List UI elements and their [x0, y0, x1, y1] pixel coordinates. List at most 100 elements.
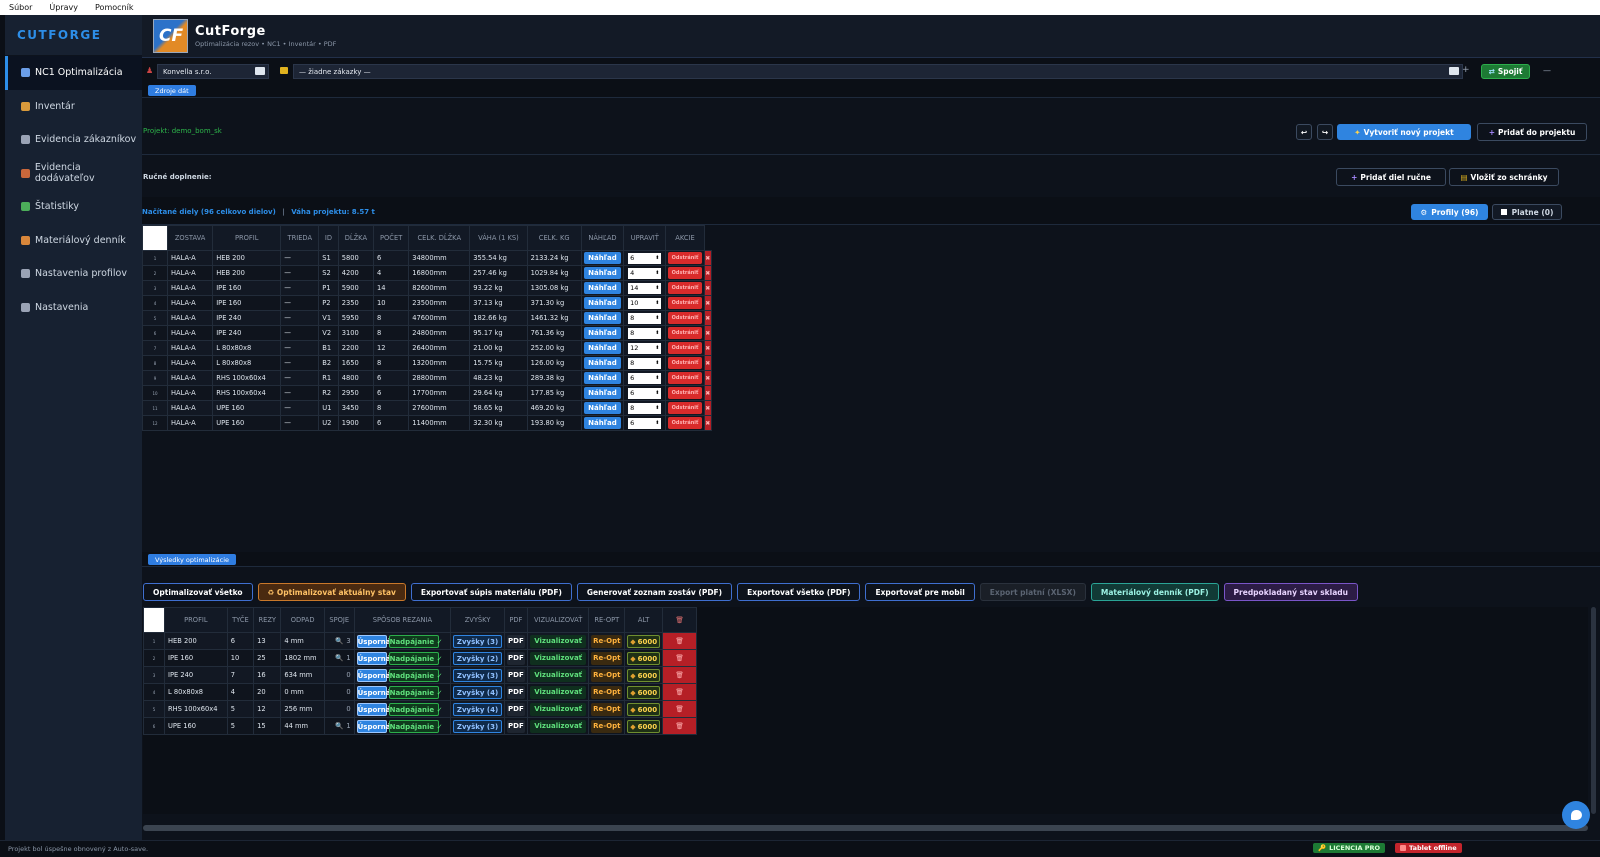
results-col-header[interactable]: SPÔSOB REZANIA	[353, 607, 452, 633]
parts-col-header[interactable]: VÁHA (1 KS)	[469, 225, 528, 251]
order-dropdown-icon[interactable]	[1449, 67, 1459, 75]
quantity-stepper[interactable]: 10 ⬍	[628, 297, 662, 309]
pdf-button[interactable]: PDF	[506, 685, 525, 699]
table-row[interactable]: 2 IPE 160 10 25 1802 mm 🔍 1 ÚspornáNadpájanie ✓…	[143, 649, 697, 667]
parts-col-header[interactable]: POČET	[373, 225, 410, 251]
table-row[interactable]: 7 HALA-A L 80x80x8— B1 2200 12 26400mm 21.00 kg…	[142, 340, 713, 356]
delete-row-icon[interactable]: ✖	[705, 341, 711, 355]
menu-help[interactable]: Pomocník	[86, 3, 141, 12]
vertical-scrollbar[interactable]	[1591, 607, 1596, 814]
table-row[interactable]: 6 UPE 160 5 15 44 mm 🔍 1 ÚspornáNadpájanie ✓ Zvy…	[143, 717, 697, 735]
table-row[interactable]: 4 HALA-A IPE 160— P2 2350 10 23500mm 37.13 kg 37…	[142, 295, 713, 311]
select-all-header[interactable]	[142, 225, 168, 251]
quantity-stepper[interactable]: 8 ⬍	[628, 327, 662, 339]
stepper-arrows-icon[interactable]: ⬍	[655, 255, 659, 261]
redo-button[interactable]: ↪	[1317, 124, 1333, 140]
delete-row-icon[interactable]: ✖	[705, 266, 711, 280]
menu-edit[interactable]: Úpravy	[40, 3, 86, 12]
remnants-button[interactable]: Zvyšky (3)	[453, 668, 502, 682]
reopt-button[interactable]: Re-Opt	[591, 702, 623, 716]
quantity-stepper[interactable]: 8 ⬍	[628, 312, 662, 324]
alt-stock-button[interactable]: ◆ 6000	[627, 719, 660, 733]
paste-clipboard-button[interactable]: ▤ Vložiť zo schránky	[1449, 168, 1559, 186]
preview-button[interactable]: Náhľad	[583, 312, 622, 324]
parts-col-header[interactable]: CELK. DĹŽKA	[408, 225, 471, 251]
alt-stock-button[interactable]: ◆ 6000	[627, 651, 660, 665]
preview-button[interactable]: Náhľad	[583, 252, 622, 264]
customer-select[interactable]: Konvella s.r.o.	[157, 64, 269, 79]
saving-method-button[interactable]: Úsporná	[356, 719, 390, 733]
sidebar-item-7[interactable]: Nastavenia	[5, 291, 142, 325]
delete-row-icon[interactable]: ✖	[705, 416, 711, 430]
parts-col-header[interactable]: CELK. KG	[526, 225, 582, 251]
trash-icon[interactable]: 🗑	[675, 722, 684, 730]
reopt-button[interactable]: Re-Opt	[591, 634, 623, 648]
table-row[interactable]: 11 HALA-A UPE 160— U1 3450 8 27600mm 58.65 kg 46…	[142, 400, 713, 416]
result-action-button-1[interactable]: ♻ Optimalizovať aktuálny stav	[257, 583, 406, 601]
delete-row-icon[interactable]: ✖	[705, 326, 711, 340]
preview-button[interactable]: Náhľad	[583, 342, 622, 354]
remnants-button[interactable]: Zvyšky (3)	[453, 634, 502, 648]
delete-row-icon[interactable]: ✖	[705, 371, 711, 385]
table-row[interactable]: 8 HALA-A L 80x80x8— B2 1650 8 13200mm 15.75 kg 1…	[142, 355, 713, 371]
reopt-button[interactable]: Re-Opt	[591, 685, 623, 699]
preview-button[interactable]: Náhľad	[583, 357, 622, 369]
table-row[interactable]: 3 IPE 240 7 16 634 mm 0 ÚspornáNadpájanie ✓ Zvy…	[143, 666, 697, 684]
remove-button[interactable]: Odstrániť	[668, 342, 702, 354]
preview-button[interactable]: Náhľad	[583, 267, 622, 279]
results-col-header[interactable]: ZVYŠKY	[450, 607, 505, 633]
splicing-button[interactable]: Nadpájanie ✓	[388, 719, 442, 733]
parts-col-header[interactable]: TRIEDA	[280, 225, 320, 251]
table-row[interactable]: 1 HALA-A HEB 200— S1 5800 6 34800mm 355.54 kg 21…	[142, 250, 713, 266]
remove-button[interactable]: Odstrániť	[668, 327, 702, 339]
menu-file[interactable]: Súbor	[0, 3, 40, 12]
pdf-button[interactable]: PDF	[506, 651, 525, 665]
pdf-button[interactable]: PDF	[506, 634, 525, 648]
quantity-stepper[interactable]: 6 ⬍	[628, 387, 662, 399]
delete-row-icon[interactable]: ✖	[705, 386, 711, 400]
saving-method-button[interactable]: Úsporná	[356, 702, 390, 716]
quantity-stepper[interactable]: 6 ⬍	[628, 417, 662, 429]
preview-button[interactable]: Náhľad	[583, 282, 622, 294]
quantity-stepper[interactable]: 12 ⬍	[628, 342, 662, 354]
remove-button[interactable]: Odstrániť	[668, 417, 702, 429]
reopt-button[interactable]: Re-Opt	[591, 719, 623, 733]
results-col-header[interactable]: REZY	[253, 607, 282, 633]
parts-col-header[interactable]: ZOSTAVA	[166, 225, 214, 251]
stepper-arrows-icon[interactable]: ⬍	[655, 270, 659, 276]
result-action-button-7[interactable]: Materiálový denník (PDF)	[1090, 583, 1219, 601]
stepper-arrows-icon[interactable]: ⬍	[655, 285, 659, 291]
visualize-button[interactable]: Vizualizovať	[529, 719, 587, 733]
remnants-button[interactable]: Zvyšky (3)	[453, 719, 502, 733]
customer-dropdown-icon[interactable]	[255, 67, 265, 75]
visualize-button[interactable]: Vizualizovať	[529, 668, 587, 682]
table-row[interactable]: 9 HALA-A RHS 100x60x4— R1 4800 6 28800mm 48.23 …	[142, 370, 713, 386]
search-icon[interactable]: 🔍	[335, 637, 343, 645]
remnants-button[interactable]: Zvyšky (2)	[453, 651, 502, 665]
result-action-button-8[interactable]: Predpokladaný stav skladu	[1223, 583, 1358, 601]
remove-button[interactable]: Odstrániť	[668, 297, 702, 309]
splicing-button[interactable]: Nadpájanie ✓	[388, 651, 442, 665]
splicing-button[interactable]: Nadpájanie ✓	[388, 634, 442, 648]
pdf-button[interactable]: PDF	[506, 719, 525, 733]
results-col-header[interactable]: RE-OPT	[588, 607, 626, 633]
result-action-button-5[interactable]: Exportovať pre mobil	[865, 583, 975, 601]
select-all-results-header[interactable]	[143, 607, 165, 633]
sidebar-item-6[interactable]: Nastavenia profilov	[5, 257, 142, 291]
sources-tab[interactable]: Zdroje dát	[148, 85, 196, 96]
delete-row-icon[interactable]: ✖	[705, 356, 711, 370]
toggle-profiles[interactable]: ⚙ Profily (96)	[1411, 204, 1488, 220]
remove-button[interactable]: Odstrániť	[668, 252, 702, 264]
delete-row-icon[interactable]: ✖	[705, 311, 711, 325]
remove-button[interactable]: Odstrániť	[668, 282, 702, 294]
horizontal-scrollbar[interactable]	[143, 825, 1588, 831]
chat-button[interactable]	[1562, 801, 1590, 829]
undo-button[interactable]: ↩	[1296, 124, 1312, 140]
parts-col-header[interactable]: ID	[318, 225, 339, 251]
table-row[interactable]: 4L 80x80x8 4 20 0 mm 0 ÚspornáNadpájanie ✓ Zvy…	[143, 683, 697, 701]
quantity-stepper[interactable]: 8 ⬍	[628, 402, 662, 414]
preview-button[interactable]: Náhľad	[583, 327, 622, 339]
visualize-button[interactable]: Vizualizovať	[529, 685, 587, 699]
table-row[interactable]: 10 HALA-A RHS 100x60x4— R2 2950 6 17700mm 29.64…	[142, 385, 713, 401]
trash-icon[interactable]: 🗑	[675, 705, 684, 713]
